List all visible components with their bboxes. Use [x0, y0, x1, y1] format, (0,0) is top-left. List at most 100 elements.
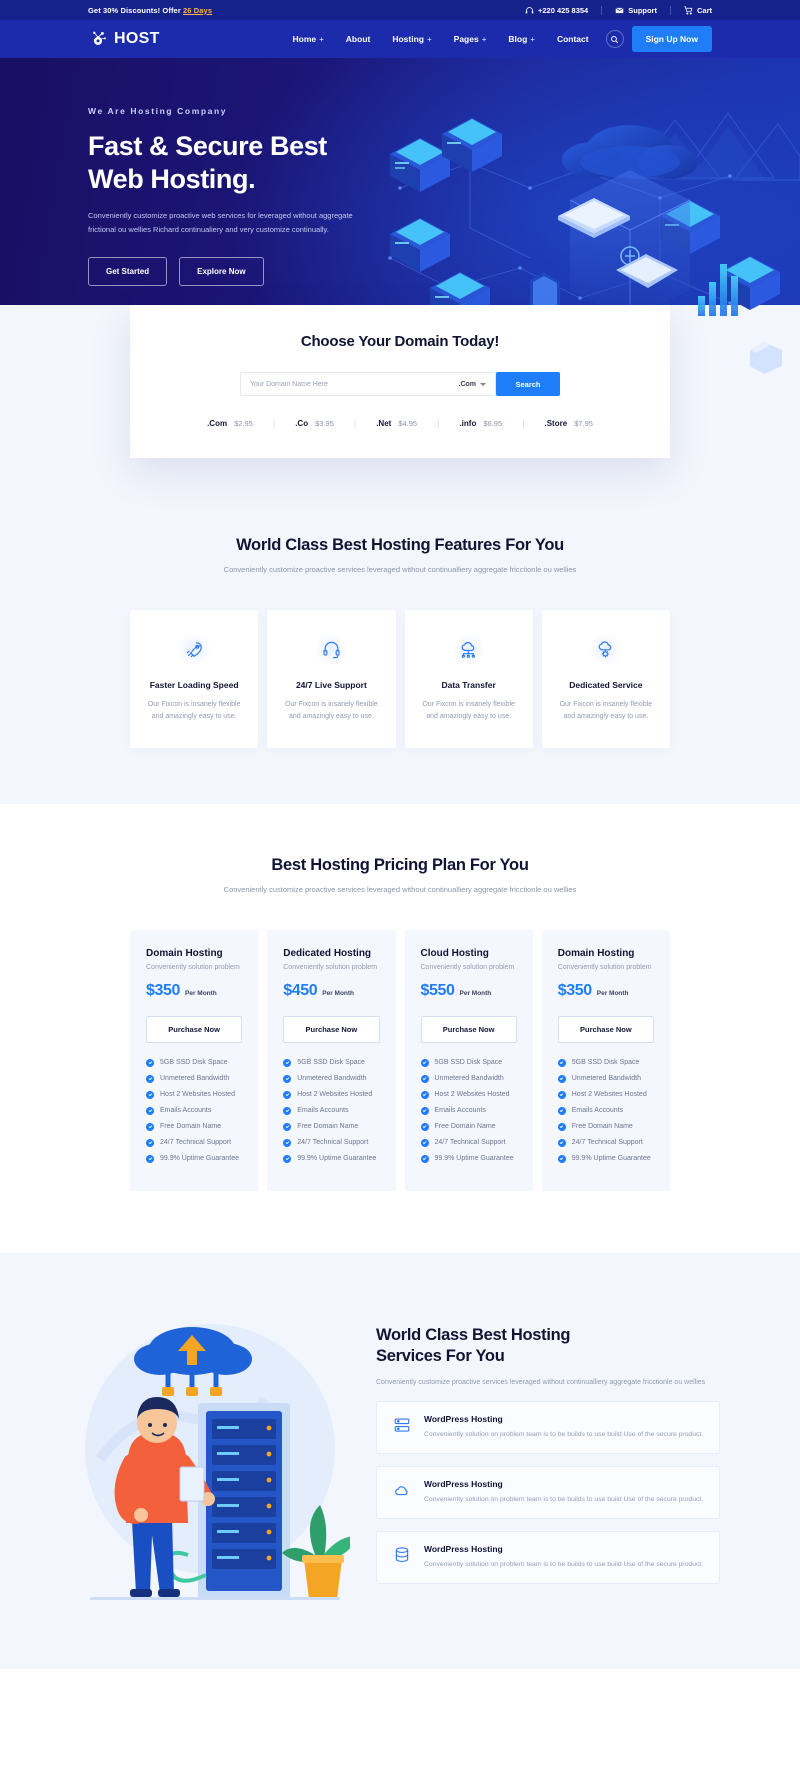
features-section: World Class Best Hosting Features For Yo…: [0, 502, 800, 804]
service-card[interactable]: WordPress Hosting Conveniently solution …: [376, 1531, 720, 1584]
nav-item-home[interactable]: Home +: [282, 34, 335, 44]
plan-price-row: $350 Per Month: [558, 982, 654, 1000]
check-icon: [420, 1106, 429, 1115]
feature-card[interactable]: Dedicated Service Our Fixcon is insanely…: [541, 610, 670, 748]
feature-label: Emails Accounts: [160, 1107, 212, 1115]
hero-eyebrow: We Are Hosting Company: [88, 106, 228, 116]
check-icon: [146, 1122, 154, 1131]
services-section: World Class Best Hosting Services For Yo…: [0, 1252, 800, 1669]
get-started-button[interactable]: Get Started: [88, 256, 168, 286]
plan-period: Per Month: [185, 989, 217, 997]
domain-search-title: Choose Your Domain Today!: [300, 333, 500, 350]
purchase-now-button[interactable]: Purchase Now: [420, 1015, 517, 1043]
plan-feature-list: 5GB SSD Disk Space Unmetered Bandwidth H…: [420, 1058, 517, 1163]
services-title: World Class Best Hosting Services For Yo…: [376, 1325, 720, 1368]
plan-feature-item: Emails Accounts: [420, 1106, 517, 1115]
purchase-now-button[interactable]: Purchase Now: [283, 1015, 380, 1043]
cart-icon: [684, 5, 693, 15]
nav-item-hosting[interactable]: Hosting +: [381, 34, 442, 44]
nav-label: Blog: [508, 34, 528, 44]
service-card-body: WordPress Hosting Conveniently solution …: [424, 1479, 703, 1506]
purchase-now-button[interactable]: Purchase Now: [146, 1015, 243, 1043]
phone-number: +220 425 8354: [537, 5, 589, 15]
tld-price: $3.95: [315, 418, 334, 428]
explore-now-button[interactable]: Explore Now: [179, 256, 264, 286]
feature-label: Free Domain Name: [571, 1123, 633, 1131]
headset-icon: [314, 632, 349, 667]
brand-name: HOST: [114, 30, 160, 47]
tld-price-item: .info $6.95: [439, 419, 522, 428]
feature-label: Free Domain Name: [434, 1123, 496, 1131]
sign-up-button[interactable]: Sign Up Now: [631, 26, 712, 52]
phone-item[interactable]: +220 425 8354: [512, 6, 601, 15]
nav-item-pages[interactable]: Pages +: [443, 34, 498, 44]
feature-card[interactable]: Faster Loading Speed Our Fixcon is insan…: [130, 610, 259, 748]
domain-search-input[interactable]: [250, 380, 453, 388]
services-layout: World Class Best Hosting Services For Yo…: [80, 1299, 720, 1609]
service-card[interactable]: WordPress Hosting Conveniently solution …: [376, 1466, 720, 1519]
check-icon: [420, 1122, 429, 1131]
domain-search-form: .Com Search: [240, 372, 560, 396]
plan-feature-item: 99.9% Uptime Guarantee: [420, 1154, 517, 1163]
nav-item-about[interactable]: About: [335, 34, 382, 44]
feature-label: Unmetered Bandwidth: [434, 1075, 504, 1083]
plus-icon: +: [481, 34, 487, 44]
purchase-now-button[interactable]: Purchase Now: [557, 1015, 654, 1043]
headset-icon: [525, 6, 534, 15]
tld-select[interactable]: .Com: [459, 381, 486, 388]
nav-item-contact[interactable]: Contact: [546, 34, 600, 44]
plan-feature-item: Emails Accounts: [283, 1106, 379, 1115]
plan-feature-item: Free Domain Name: [283, 1122, 379, 1131]
offer-days-link[interactable]: 26 Days: [183, 6, 212, 15]
check-icon: [557, 1090, 566, 1099]
check-icon: [146, 1058, 154, 1067]
pricing-section: Best Hosting Pricing Plan For You Conven…: [0, 803, 800, 1253]
nav-links: Home + About Hosting + Pages + Blog + Co…: [282, 26, 712, 52]
plan-feature-item: Emails Accounts: [557, 1106, 654, 1115]
support-item[interactable]: Support: [601, 5, 670, 15]
domain-search-button[interactable]: Search: [496, 372, 560, 396]
support-label: Support: [628, 5, 657, 15]
tld-price: $2.95: [234, 418, 253, 428]
nav-item-blog[interactable]: Blog +: [497, 34, 546, 44]
offer-text: Get 30% Discounts! Offer 26 Days: [88, 6, 212, 15]
check-icon: [283, 1058, 292, 1067]
plan-feature-item: Host 2 Websites Hosted: [146, 1090, 242, 1099]
topbar-utility-group: +220 425 8354 Support Cart: [512, 5, 712, 15]
feature-card[interactable]: Data Transfer Our Fixcon is insanely fle…: [404, 610, 533, 748]
search-icon[interactable]: [605, 30, 624, 48]
plan-subtitle: Conveniently solution problem: [557, 963, 652, 971]
service-card[interactable]: WordPress Hosting Conveniently solution …: [376, 1401, 720, 1455]
plan-price: $550: [420, 981, 455, 999]
plan-name: Dedicated Hosting: [283, 947, 372, 959]
hero-content: We Are Hosting Company Fast & Secure Bes…: [0, 58, 400, 286]
top-announcement-bar: Get 30% Discounts! Offer 26 Days +220 42…: [0, 0, 800, 20]
nav-label: Hosting: [392, 34, 424, 44]
feature-card[interactable]: 24/7 Live Support Our Fixcon is insanely…: [267, 610, 396, 748]
service-desc: Conveniently solution on problem team is…: [424, 1496, 704, 1504]
tld-price-list: .Com $2.95 | .Co $3.95 | .Net $4.95 | .i…: [130, 418, 670, 428]
plus-icon: +: [426, 34, 432, 44]
pricing-card: Domain Hosting Conveniently solution pro…: [130, 929, 259, 1191]
brand-logo[interactable]: HOST: [88, 29, 160, 49]
tld-name: .info: [459, 418, 477, 428]
tld-name: .Store: [544, 418, 568, 428]
plan-subtitle: Conveniently solution problem: [420, 963, 515, 971]
tld-name: .Net: [376, 418, 392, 428]
pricing-card: Domain Hosting Conveniently solution pro…: [541, 929, 670, 1191]
main-navigation: HOST Home + About Hosting + Pages + Blog…: [0, 20, 800, 58]
service-title: WordPress Hosting: [424, 1479, 503, 1490]
cart-item[interactable]: Cart: [669, 5, 712, 15]
plan-feature-item: Unmetered Bandwidth: [557, 1074, 654, 1083]
feature-label: 24/7 Technical Support: [571, 1139, 643, 1147]
feature-title: Data Transfer: [441, 680, 496, 691]
feature-label: Emails Accounts: [297, 1107, 349, 1115]
features-title: World Class Best Hosting Features For Yo…: [236, 536, 564, 554]
feature-desc: Our Fixcon is insanely flexible and amaz…: [559, 701, 653, 721]
service-desc: Conveniently solution on problem team is…: [424, 1431, 704, 1439]
plan-name: Cloud Hosting: [420, 947, 489, 959]
check-icon: [283, 1154, 292, 1163]
feature-label: 24/7 Technical Support: [434, 1139, 506, 1147]
features-header: World Class Best Hosting Features For Yo…: [0, 536, 800, 576]
check-icon: [146, 1074, 154, 1083]
